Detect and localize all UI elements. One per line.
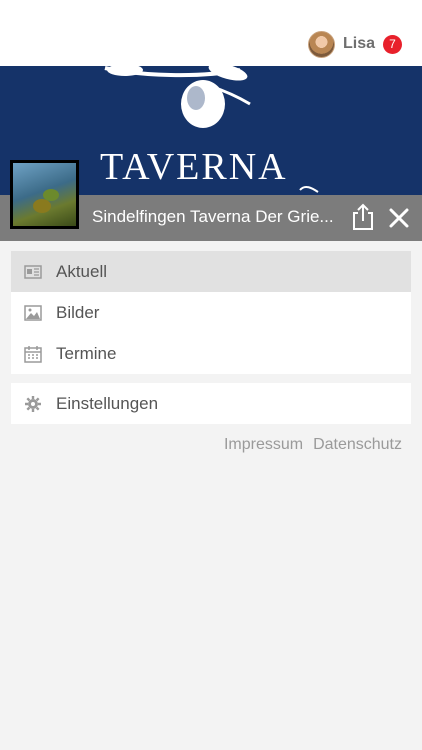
impressum-link[interactable]: Impressum <box>224 436 303 454</box>
avatar[interactable] <box>307 30 335 58</box>
olive-image <box>13 163 76 226</box>
top-bar: Lisa 7 <box>0 0 422 66</box>
notification-badge[interactable]: 7 <box>383 34 402 54</box>
image-icon <box>24 305 42 321</box>
menu-item-aktuell[interactable]: Aktuell <box>11 251 411 292</box>
menu-item-label: Aktuell <box>56 261 108 281</box>
news-icon <box>24 265 42 279</box>
menu-item-termine[interactable]: Termine <box>11 333 411 374</box>
close-icon <box>389 208 409 228</box>
menu-item-label: Termine <box>56 343 117 363</box>
settings-menu: Einstellungen <box>11 383 411 424</box>
page-logo-thumbnail[interactable] <box>10 160 79 229</box>
menu-item-bilder[interactable]: Bilder <box>11 292 411 333</box>
calendar-icon <box>24 346 42 363</box>
user-name[interactable]: Lisa <box>343 35 375 53</box>
menu-item-einstellungen[interactable]: Einstellungen <box>11 383 411 424</box>
menu-item-label: Einstellungen <box>56 393 159 413</box>
menu-item-label: Bilder <box>56 302 100 322</box>
share-button[interactable] <box>350 203 376 231</box>
gear-icon <box>25 396 41 412</box>
share-icon <box>353 203 373 230</box>
banner-text: TAVERNA <box>100 146 288 188</box>
page-title: Sindelfingen Taverna Der Grie... <box>92 207 334 226</box>
close-button[interactable] <box>386 205 412 231</box>
main-menu: Aktuell Bilder Termine <box>11 251 411 374</box>
datenschutz-link[interactable]: Datenschutz <box>313 436 402 454</box>
user-profile[interactable]: Lisa 7 <box>307 30 402 58</box>
footer-links: Impressum Datenschutz <box>224 436 402 454</box>
